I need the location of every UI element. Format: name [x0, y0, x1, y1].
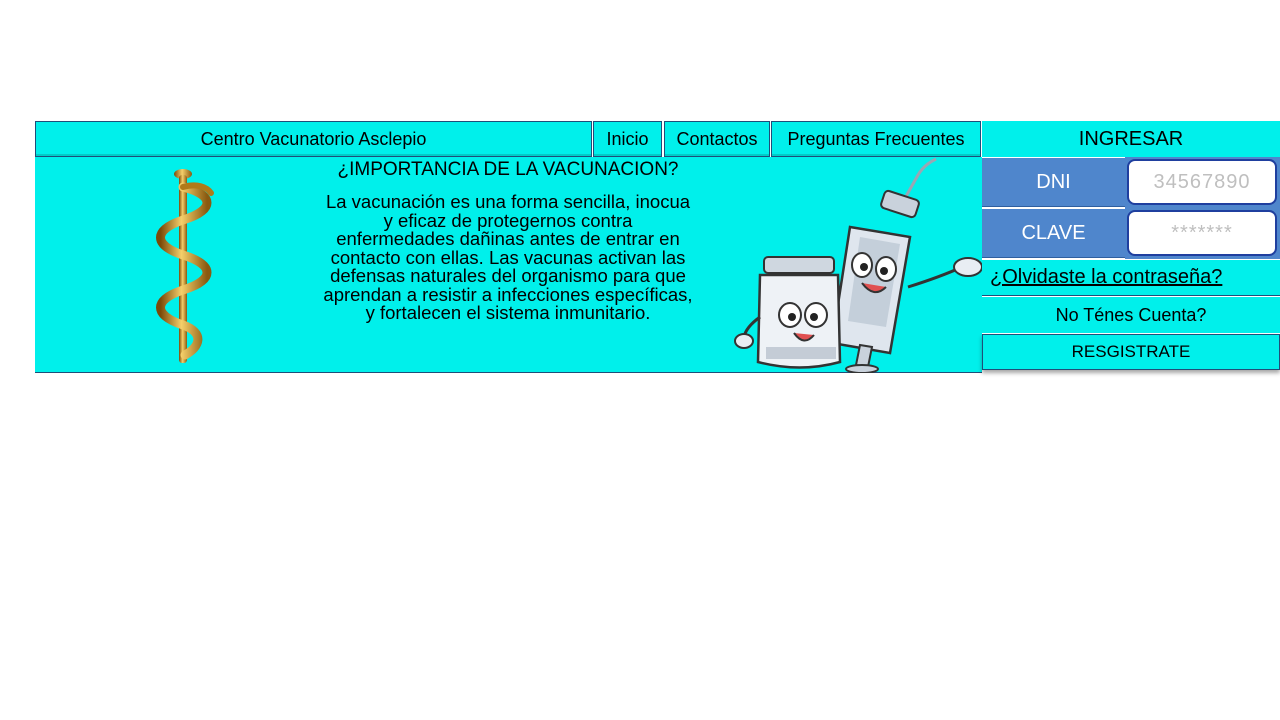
- clave-label: CLAVE: [982, 209, 1125, 258]
- info-title: ¿IMPORTANCIA DE LA VACUNACION?: [337, 159, 679, 180]
- rod-of-asclepius-icon: [156, 169, 214, 363]
- vaccine-mascots-icon: [734, 157, 982, 373]
- clave-field-wrap: [1125, 208, 1280, 259]
- site-title: Centro Vacunatorio Asclepio: [35, 121, 592, 157]
- dni-input[interactable]: [1127, 159, 1277, 205]
- clave-input[interactable]: [1127, 210, 1277, 256]
- nav-faq-button[interactable]: Preguntas Frecuentes: [771, 121, 981, 157]
- no-account-text: No Ténes Cuenta?: [982, 297, 1280, 333]
- register-button[interactable]: RESGISTRATE: [982, 334, 1280, 370]
- nav-inicio-button[interactable]: Inicio: [593, 121, 662, 157]
- info-panel: ¿IMPORTANCIA DE LA VACUNACION? La vacuna…: [35, 157, 982, 373]
- login-title: INGRESAR: [982, 121, 1280, 157]
- nav-contactos-button[interactable]: Contactos: [664, 121, 770, 157]
- info-body: La vacunación es una forma sencilla, ino…: [323, 191, 693, 323]
- dni-label: DNI: [982, 158, 1125, 207]
- dni-field-wrap: [1125, 157, 1280, 208]
- forgot-password-link[interactable]: ¿Olvidaste la contraseña?: [982, 260, 1280, 296]
